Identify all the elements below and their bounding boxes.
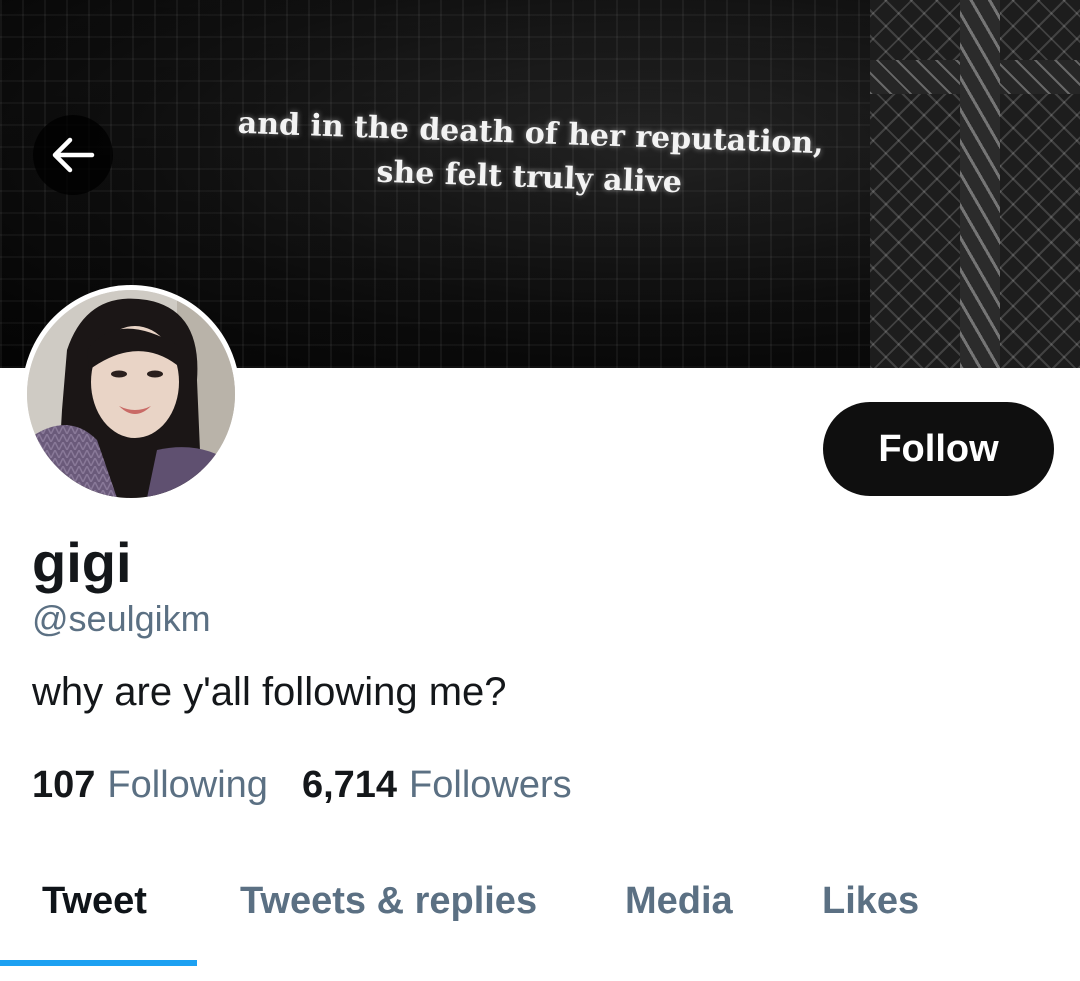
arrow-left-icon bbox=[52, 137, 95, 173]
avatar-photo bbox=[27, 290, 235, 498]
following-stat[interactable]: 107 Following bbox=[32, 764, 268, 807]
back-button[interactable] bbox=[33, 115, 113, 195]
tab-tweets-replies[interactable]: Tweets & replies bbox=[240, 880, 537, 923]
profile-tabs: Tweet Tweets & replies Media Likes bbox=[0, 860, 1080, 970]
profile-bio: why are y'all following me? bbox=[32, 670, 507, 714]
tab-media[interactable]: Media bbox=[625, 880, 733, 923]
following-label: Following bbox=[107, 764, 268, 806]
tab-likes[interactable]: Likes bbox=[822, 880, 919, 923]
following-count: 107 bbox=[32, 764, 96, 806]
profile-stats: 107 Following 6,714 Followers bbox=[32, 764, 572, 807]
active-tab-indicator bbox=[0, 960, 197, 966]
avatar[interactable] bbox=[22, 285, 240, 503]
banner-pillar bbox=[960, 0, 1000, 368]
follow-button[interactable]: Follow bbox=[823, 402, 1054, 496]
tab-tweet[interactable]: Tweet bbox=[42, 880, 147, 923]
followers-label: Followers bbox=[409, 764, 572, 806]
profile-name: gigi bbox=[32, 531, 132, 594]
followers-stat[interactable]: 6,714 Followers bbox=[302, 764, 572, 807]
followers-count: 6,714 bbox=[301, 764, 398, 806]
profile-handle: @seulgikm bbox=[32, 598, 211, 639]
